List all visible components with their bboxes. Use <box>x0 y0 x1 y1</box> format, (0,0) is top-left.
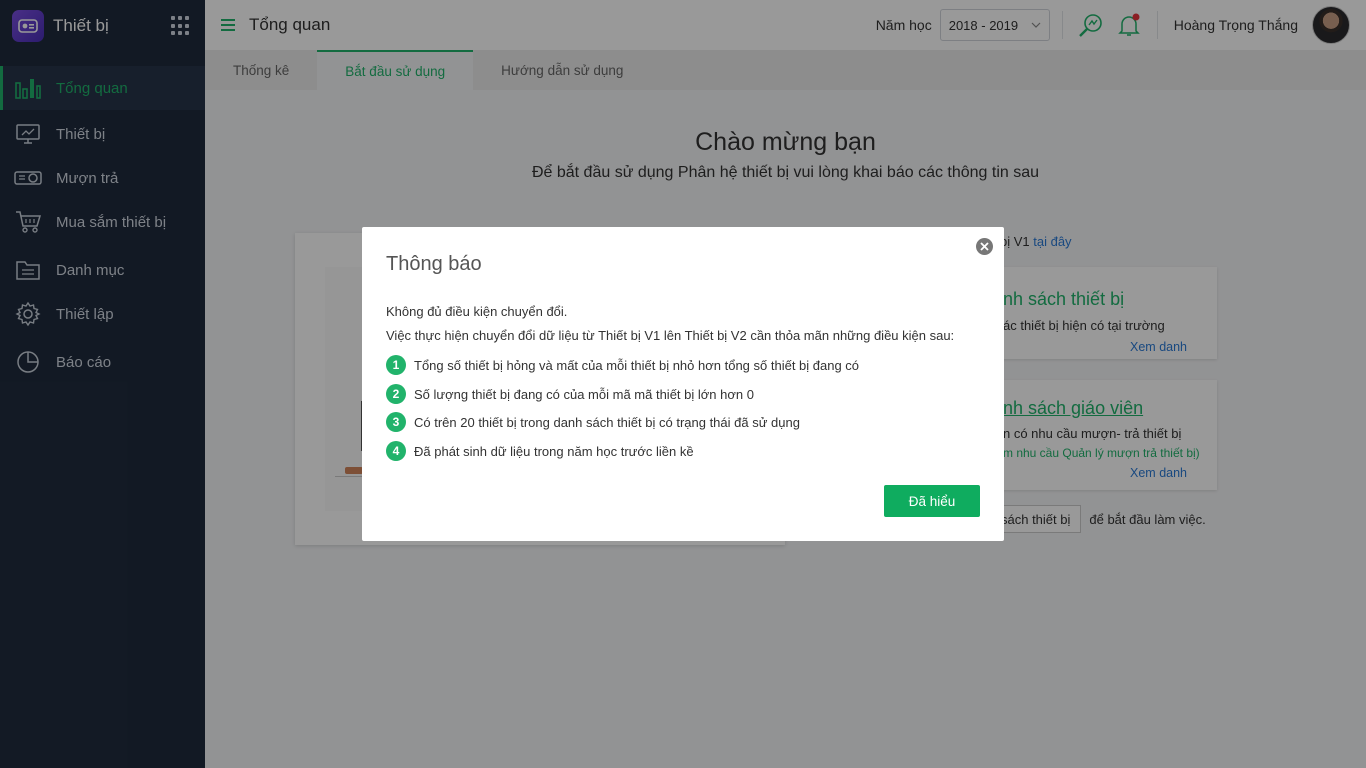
modal-title: Thông báo <box>386 253 482 275</box>
condition-item: 3 Có trên 20 thiết bị trong danh sách th… <box>386 412 800 432</box>
condition-number: 1 <box>386 355 406 375</box>
condition-text: Đã phát sinh dữ liệu trong năm học trước… <box>414 443 694 459</box>
condition-text: Có trên 20 thiết bị trong danh sách thiế… <box>414 414 800 430</box>
modal-description: Việc thực hiện chuyển đổi dữ liệu từ Thi… <box>386 328 955 343</box>
condition-item: 4 Đã phát sinh dữ liệu trong năm học trư… <box>386 441 694 461</box>
modal-message: Không đủ điều kiện chuyển đổi. <box>386 304 568 319</box>
condition-text: Số lượng thiết bị đang có của mỗi mã mã … <box>414 386 754 402</box>
condition-number: 3 <box>386 412 406 432</box>
notification-modal: Thông báo Không đủ điều kiện chuyển đổi.… <box>362 227 1004 541</box>
condition-number: 2 <box>386 384 406 404</box>
understood-button[interactable]: Đã hiểu <box>884 485 980 517</box>
close-icon[interactable] <box>976 238 993 255</box>
condition-item: 1 Tổng số thiết bị hỏng và mất của mỗi t… <box>386 355 859 375</box>
condition-item: 2 Số lượng thiết bị đang có của mỗi mã m… <box>386 384 754 404</box>
condition-number: 4 <box>386 441 406 461</box>
condition-text: Tổng số thiết bị hỏng và mất của mỗi thi… <box>414 357 860 373</box>
